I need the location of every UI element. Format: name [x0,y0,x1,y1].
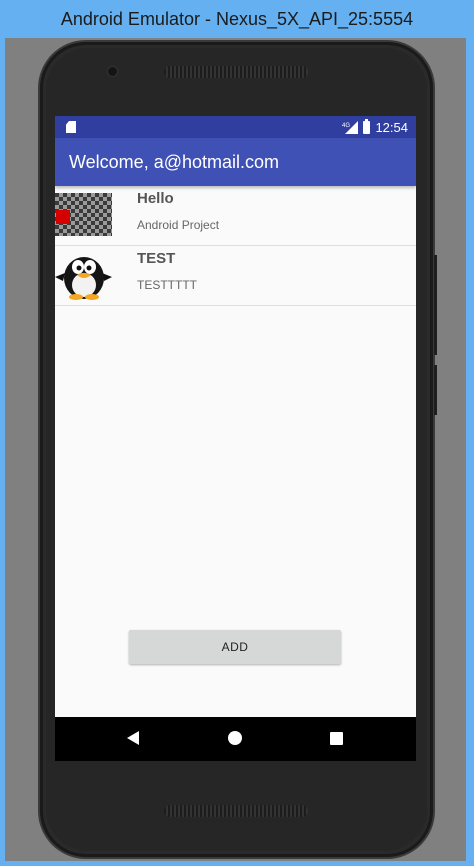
home-icon[interactable] [228,731,242,745]
device-screen: 4G 12:54 Welcome, a@hotmail.com Hello An… [55,116,416,761]
status-bar: 4G 12:54 [55,116,416,138]
front-camera [108,67,117,76]
list-item-title: Hello [137,190,174,207]
list-item-subtitle: TESTTTTT [137,278,197,292]
list-item-title: TEST [137,250,176,267]
status-time: 12:54 [375,119,408,135]
battery-icon [363,118,371,134]
window-titlebar: Android Emulator - Nexus_5X_API_25:5554 [0,0,474,38]
bottom-speaker-grille [164,805,308,817]
list-item[interactable]: TEST TESTTTTT [55,246,416,306]
top-speaker-grille [164,66,308,78]
checkerboard-image [55,193,112,236]
back-icon[interactable] [127,731,139,745]
sd-card-icon [66,121,76,133]
navigation-bar [55,717,416,761]
window-title: Android Emulator - Nexus_5X_API_25:5554 [60,8,414,29]
volume-button[interactable] [434,365,437,415]
penguin-image [55,253,112,300]
recents-icon[interactable] [330,732,343,745]
svg-text:4G: 4G [342,123,350,129]
add-button[interactable]: ADD [129,630,341,664]
list-item[interactable]: Hello Android Project [55,186,416,246]
power-button[interactable] [434,255,437,355]
page-title: Welcome, a@hotmail.com [69,151,280,172]
list-item-subtitle: Android Project [137,218,220,232]
item-list: Hello Android Project TEST TESTTTTT [55,186,416,306]
app-bar: Welcome, a@hotmail.com [55,138,416,186]
cell-signal-icon: 4G [342,120,359,134]
